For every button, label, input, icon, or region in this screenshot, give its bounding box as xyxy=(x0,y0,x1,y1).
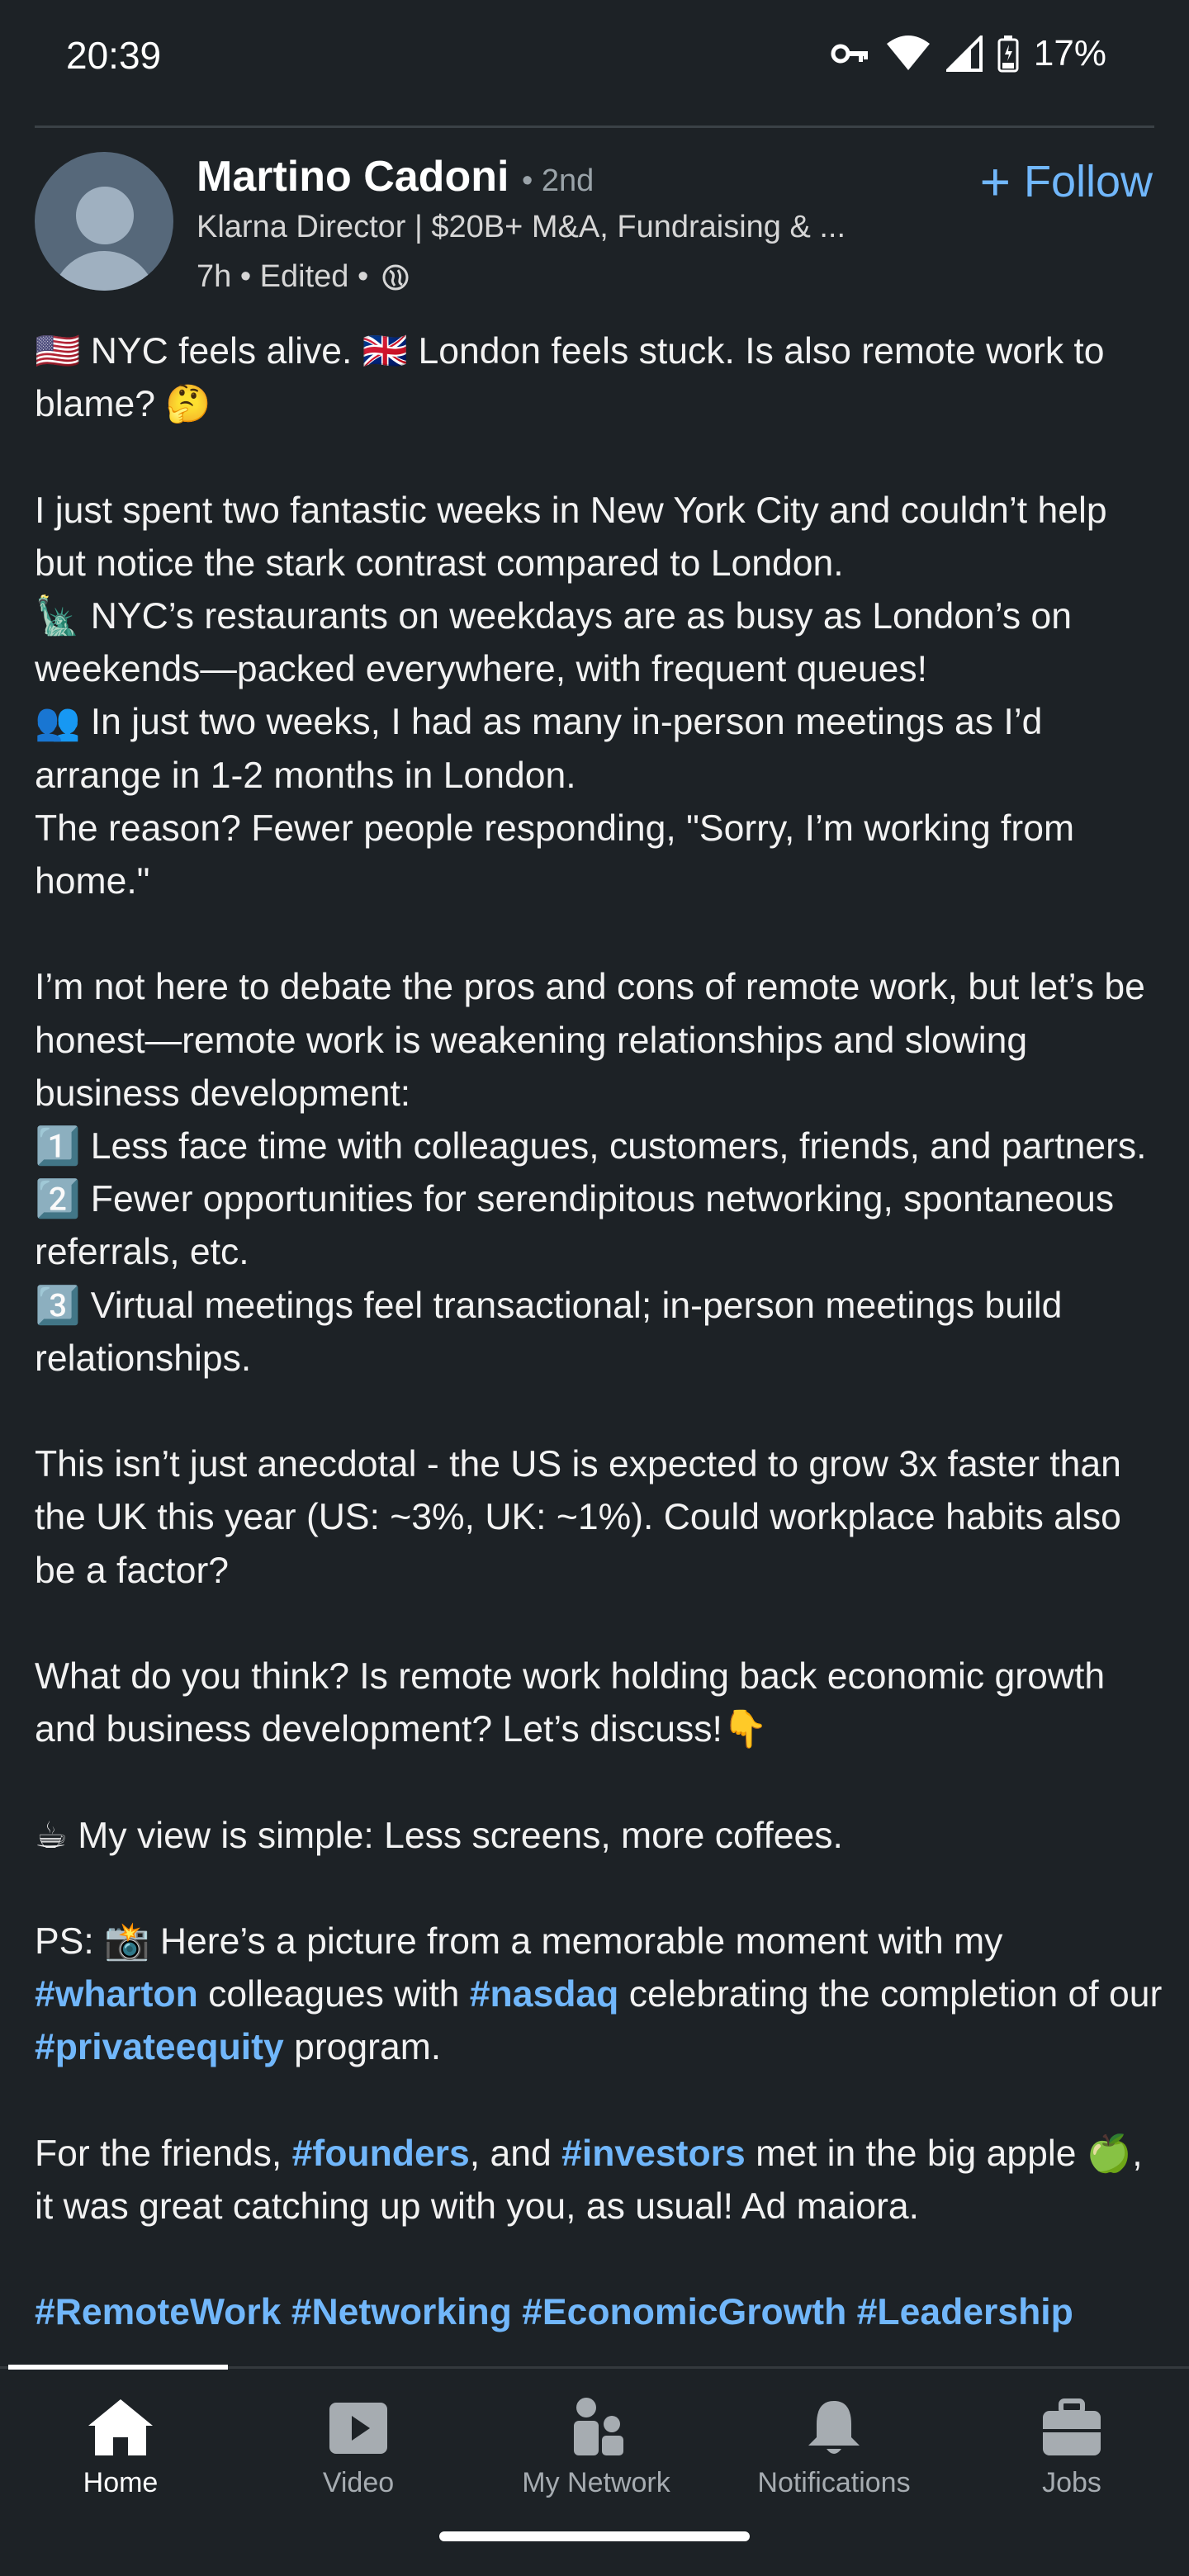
post-paragraph: PS: 📸 Here’s a picture from a memorable … xyxy=(35,1915,1166,2075)
follow-label: Follow xyxy=(1023,157,1153,206)
nav-notifications[interactable]: Notifications xyxy=(715,2394,953,2499)
hashtag-wharton[interactable]: #wharton xyxy=(35,1974,198,2015)
hashtag-nasdaq[interactable]: #nasdaq xyxy=(470,1974,619,2015)
post-paragraph: ☕ My view is simple: Less screens, more … xyxy=(35,1815,843,1856)
text-span: colleagues with xyxy=(197,1974,470,2015)
post-paragraph: 🇺🇸 NYC feels alive. 🇬🇧 London feels stuc… xyxy=(35,331,1105,425)
text-span: , and xyxy=(469,2133,562,2174)
battery-percent: 17% xyxy=(1033,33,1106,73)
post-meta: 7h • Edited • xyxy=(197,259,410,295)
post-paragraph: 👥 In just two weeks, I had as many in-pe… xyxy=(35,702,1043,796)
bell-icon xyxy=(808,2401,860,2454)
nav-label: Jobs xyxy=(1042,2467,1101,2498)
nav-my-network[interactable]: My Network xyxy=(477,2394,715,2499)
post-paragraph: 🗽 NYC’s restaurants on weekdays are as b… xyxy=(35,596,1072,690)
globe-icon xyxy=(382,264,409,290)
hashtags-line[interactable]: #RemoteWork #Networking #EconomicGrowth … xyxy=(35,2286,1166,2339)
author-name[interactable]: Martino Cadoni xyxy=(197,152,509,201)
status-time: 20:39 xyxy=(66,34,162,77)
post-paragraph: What do you think? Is remote work holdin… xyxy=(35,1656,1106,1750)
home-icon xyxy=(88,2399,153,2455)
wifi-icon xyxy=(886,36,930,70)
post-time-edited: 7h • Edited • xyxy=(197,259,369,294)
nav-jobs[interactable]: Jobs xyxy=(953,2394,1189,2499)
video-icon xyxy=(329,2403,387,2454)
battery-icon xyxy=(997,36,1019,73)
vpn-key-icon xyxy=(831,44,868,64)
post-paragraph: The reason? Fewer people responding, "So… xyxy=(35,807,1075,902)
follow-button[interactable]: + Follow xyxy=(980,155,1153,208)
text-span: celebrating the completion of our xyxy=(618,1974,1163,2015)
post-paragraph: 1️⃣ Less face time with colleagues, cust… xyxy=(35,1126,1147,1167)
hashtag-founders[interactable]: #founders xyxy=(292,2133,470,2174)
header-divider xyxy=(35,125,1154,128)
post-paragraph: I’m not here to debate the pros and cons… xyxy=(35,967,1145,1114)
text-span: For the friends, xyxy=(35,2133,292,2174)
hashtag-investors[interactable]: #investors xyxy=(561,2133,746,2174)
system-home-indicator[interactable] xyxy=(439,2531,750,2541)
connection-degree: • 2nd xyxy=(522,163,594,198)
post-paragraph: 3️⃣ Virtual meetings feel transactional;… xyxy=(35,1285,1063,1379)
status-bar: 20:39 17% xyxy=(0,0,1189,124)
plus-icon: + xyxy=(979,152,1011,211)
nav-label: My Network xyxy=(522,2467,670,2498)
post-text: 🇺🇸 NYC feels alive. 🇬🇧 London feels stuc… xyxy=(35,325,1166,2340)
nav-video[interactable]: Video xyxy=(239,2394,477,2499)
nav-home[interactable]: Home xyxy=(2,2394,239,2499)
briefcase-icon xyxy=(1043,2398,1101,2455)
status-icons: 17% xyxy=(831,33,1106,74)
nav-label: Notifications xyxy=(757,2467,911,2498)
nav-label: Home xyxy=(83,2467,159,2498)
text-span: program. xyxy=(283,2027,442,2068)
post-paragraph: This isn’t just anecdotal - the US is ex… xyxy=(35,1444,1121,1591)
bottom-navigation: Home Video My Network Notifications Jobs xyxy=(0,2370,1189,2576)
hashtag-privateequity[interactable]: #privateequity xyxy=(35,2027,284,2067)
author-headline: Klarna Director | $20B+ M&A, Fundraising… xyxy=(197,210,846,244)
avatar[interactable] xyxy=(35,152,173,291)
nav-label: Video xyxy=(322,2467,395,2498)
post-paragraph: For the friends, #founders, and #investo… xyxy=(35,2128,1166,2233)
text-span: PS: 📸 Here’s a picture from a memorable … xyxy=(35,1921,1003,1962)
cell-signal-icon xyxy=(945,36,983,72)
post-paragraph: 2️⃣ Fewer opportunities for serendipitou… xyxy=(35,1179,1115,1273)
post-paragraph: I just spent two fantastic weeks in New … xyxy=(35,490,1107,584)
network-icon xyxy=(574,2398,623,2455)
